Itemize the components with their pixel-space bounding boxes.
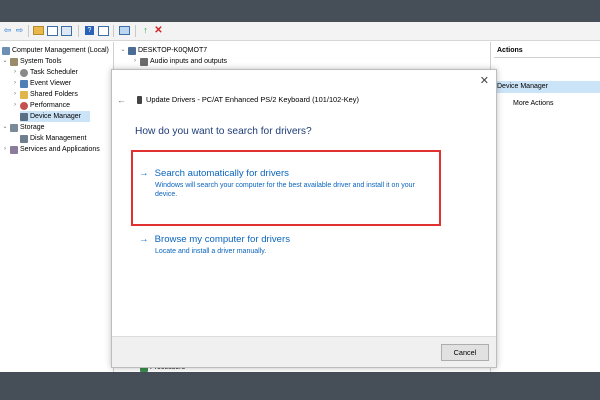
- tree-item-task-scheduler[interactable]: › Task Scheduler: [12, 67, 78, 78]
- tree-item-label: Disk Management: [30, 135, 87, 142]
- tree-item-device-manager[interactable]: Device Manager: [20, 111, 90, 122]
- dialog-question: How do you want to search for drivers?: [135, 126, 312, 137]
- option-label[interactable]: Browse my computer for drivers: [155, 234, 290, 245]
- actions-pane: Actions Device Manager More Actions: [490, 42, 600, 372]
- help-icon[interactable]: ?: [84, 25, 95, 36]
- tree-item-label: Performance: [30, 102, 71, 109]
- services-icon: [10, 145, 18, 154]
- tree-item-label: Task Scheduler: [30, 69, 78, 76]
- actions-device-manager[interactable]: Device Manager: [494, 81, 600, 93]
- toolbar-separator: [28, 25, 29, 37]
- tree-item-services-and-applications[interactable]: › Services and Applications: [2, 144, 100, 155]
- tree-item-performance[interactable]: › Performance: [12, 100, 70, 111]
- tree-item-event-viewer[interactable]: › Event Viewer: [12, 78, 71, 89]
- computer-management-icon: [2, 46, 10, 55]
- chevron-right-icon[interactable]: ›: [12, 100, 18, 111]
- device-tree-computer[interactable]: ⌄ DESKTOP-K0QMOT7: [120, 45, 207, 56]
- tree-item-root[interactable]: Computer Management (Local): [2, 45, 109, 56]
- dialog-title: Update Drivers - PC/AT Enhanced PS/2 Key…: [137, 95, 359, 104]
- console-tree: Computer Management (Local) ⌄ System Too…: [0, 42, 114, 372]
- tree-item-storage[interactable]: ⌄ Storage: [2, 122, 45, 133]
- option-description: Windows will search your computer for th…: [155, 182, 415, 198]
- tree-item-label: Storage: [20, 124, 45, 131]
- device-tree-computer-label: DESKTOP-K0QMOT7: [138, 47, 208, 54]
- view-icon[interactable]: [98, 25, 109, 36]
- storage-icon: [10, 123, 18, 132]
- forward-arrow-icon[interactable]: ⇨: [14, 25, 25, 36]
- back-arrow-icon[interactable]: ⇦: [2, 25, 13, 36]
- option-description: Locate and install a driver manually.: [155, 248, 267, 255]
- dialog-title-text: Update Drivers - PC/AT Enhanced PS/2 Key…: [146, 95, 359, 104]
- chevron-right-icon[interactable]: ›: [132, 56, 138, 67]
- tree-item-label: System Tools: [20, 58, 62, 65]
- clock-icon: [20, 68, 28, 77]
- speaker-icon: [140, 57, 148, 66]
- tree-item-system-tools[interactable]: ⌄ System Tools: [2, 56, 62, 67]
- chevron-down-icon[interactable]: ⌄: [2, 56, 8, 67]
- tree-item-label: Shared Folders: [30, 91, 78, 98]
- chevron-right-icon[interactable]: ›: [2, 144, 8, 155]
- monitor-icon[interactable]: [119, 25, 130, 36]
- cancel-button[interactable]: Cancel: [441, 344, 489, 361]
- update-driver-icon[interactable]: ↑: [140, 25, 151, 36]
- toolbar-separator: [135, 25, 136, 37]
- keyboard-device-icon: [137, 95, 142, 104]
- arrow-right-icon: →: [139, 168, 149, 179]
- device-manager-icon: [20, 112, 28, 121]
- option-label[interactable]: Search automatically for drivers: [155, 168, 289, 179]
- search-automatically-option[interactable]: → Search automatically for drivers Windo…: [139, 168, 439, 199]
- up-folder-icon[interactable]: [33, 25, 44, 36]
- computer-icon: [128, 46, 136, 55]
- chevron-down-icon[interactable]: ⌄: [2, 122, 8, 133]
- tree-item-label: Computer Management (Local): [12, 47, 109, 54]
- device-tree-audio[interactable]: › Audio inputs and outputs: [132, 56, 227, 67]
- folder-icon: [20, 90, 28, 99]
- close-icon[interactable]: ✕: [480, 74, 489, 87]
- toolbar-separator: [113, 25, 114, 37]
- tree-item-label: Device Manager: [30, 113, 81, 120]
- performance-icon: [20, 101, 28, 110]
- dialog-footer: Cancel: [112, 336, 496, 367]
- chevron-right-icon[interactable]: ›: [12, 67, 18, 78]
- properties-icon[interactable]: [61, 25, 72, 36]
- disk-icon: [20, 134, 28, 143]
- device-tree-audio-label: Audio inputs and outputs: [150, 58, 228, 65]
- tools-icon: [10, 57, 18, 66]
- browse-computer-option[interactable]: → Browse my computer for drivers Locate …: [139, 234, 439, 256]
- event-viewer-icon: [20, 79, 28, 88]
- update-drivers-dialog: ✕ ← Update Drivers - PC/AT Enhanced PS/2…: [111, 69, 497, 368]
- back-arrow-icon[interactable]: ←: [117, 95, 126, 105]
- chevron-down-icon[interactable]: ⌄: [120, 45, 126, 56]
- actions-header: Actions: [494, 45, 600, 58]
- arrow-right-icon: →: [139, 234, 149, 245]
- toolbar: ⇦ ⇨ ? ↑ ✕: [0, 22, 600, 41]
- console-tree-icon[interactable]: [47, 25, 58, 36]
- chevron-right-icon[interactable]: ›: [12, 78, 18, 89]
- tree-item-disk-management[interactable]: Disk Management: [20, 133, 86, 144]
- tree-item-shared-folders[interactable]: › Shared Folders: [12, 89, 78, 100]
- more-actions-link[interactable]: More Actions: [513, 98, 553, 109]
- chevron-right-icon[interactable]: ›: [12, 89, 18, 100]
- delete-icon[interactable]: ✕: [153, 25, 164, 36]
- tree-item-label: Event Viewer: [30, 80, 72, 87]
- tree-item-label: Services and Applications: [20, 146, 100, 153]
- toolbar-separator: [78, 25, 79, 37]
